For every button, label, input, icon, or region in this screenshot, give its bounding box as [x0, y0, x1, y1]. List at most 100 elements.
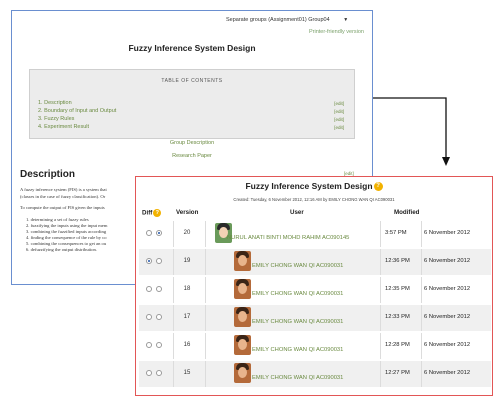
group-select[interactable]: Separate groups (Assignment01) Group04 ▼: [226, 17, 348, 23]
column-divider: [173, 277, 174, 303]
toc-edit-link[interactable]: [edit]: [334, 101, 344, 106]
column-divider: [380, 221, 381, 247]
column-divider: [421, 305, 422, 331]
avatar[interactable]: [234, 307, 251, 327]
version-number: 18: [183, 286, 191, 292]
page-title: Fuzzy Inference System Design: [128, 43, 256, 53]
modified-date: 6 November 2012: [424, 314, 471, 320]
column-divider: [205, 333, 206, 359]
printer-friendly-link[interactable]: Printer-friendly version: [309, 29, 364, 35]
toc-edit-link[interactable]: [edit]: [334, 125, 344, 130]
modified-time: 12:28 PM: [385, 342, 410, 348]
user-link[interactable]: EMILY CHONG WAN QI AC090031: [252, 347, 343, 353]
avatar[interactable]: [234, 251, 251, 271]
group-description-link[interactable]: Group Description: [12, 140, 372, 146]
table-row: 16 EMILY CHONG WAN QI AC090031 12:28 PM 6 N…: [139, 333, 491, 359]
toc-item-fuzzy-rules[interactable]: 3. Fuzzy Rules: [38, 116, 74, 122]
page-history-window: Fuzzy Inference System Design? Created: …: [135, 176, 493, 396]
column-divider: [205, 277, 206, 303]
diff-to-radio[interactable]: [156, 230, 162, 236]
diff-from-radio[interactable]: [146, 258, 152, 264]
help-icon[interactable]: ?: [153, 209, 162, 217]
version-number: 20: [183, 230, 191, 236]
version-number: 17: [183, 314, 191, 320]
description-heading: Description: [20, 169, 76, 180]
table-row: 18 EMILY CHONG WAN QI AC090031 12:35 PM 6 N…: [139, 277, 491, 303]
column-divider: [173, 361, 174, 387]
diff-from-radio[interactable]: [146, 370, 152, 376]
modified-header: Modified: [394, 209, 420, 216]
column-divider: [205, 361, 206, 387]
user-link[interactable]: EMILY CHONG WAN QI AC090031: [252, 291, 343, 297]
table-of-contents: TABLE OF CONTENTS 1. Description [edit] …: [29, 69, 355, 139]
column-divider: [421, 361, 422, 387]
help-icon[interactable]: ?: [373, 182, 383, 192]
modified-date: 6 November 2012: [424, 230, 471, 236]
modified-date: 6 November 2012: [424, 342, 471, 348]
toc-edit-link[interactable]: [edit]: [334, 117, 344, 122]
modified-time: 3:57 PM: [385, 230, 407, 236]
column-divider: [421, 221, 422, 247]
table-row: 17 EMILY CHONG WAN QI AC090031 12:33 PM 6 N…: [139, 305, 491, 331]
user-link[interactable]: EMILY CHONG WAN QI AC090031: [252, 263, 343, 269]
group-select-value: Separate groups (Assignment01) Group04: [226, 17, 330, 23]
user-link[interactable]: NURUL ANATI BINTI MOHD RAHIM AC090145: [227, 235, 349, 241]
research-paper-link[interactable]: Research Paper: [12, 153, 372, 159]
column-divider: [205, 305, 206, 331]
diff-from-radio[interactable]: [146, 314, 152, 320]
table-row: 15 EMILY CHONG WAN QI AC090031 12:27 PM 6 N…: [139, 361, 491, 387]
column-divider: [380, 277, 381, 303]
column-divider: [173, 333, 174, 359]
avatar[interactable]: [234, 279, 251, 299]
column-divider: [205, 221, 206, 247]
user-link[interactable]: EMILY CHONG WAN QI AC090031: [252, 375, 343, 381]
modified-time: 12:33 PM: [385, 314, 410, 320]
dropdown-arrow-icon: ▼: [343, 17, 349, 23]
diff-header-label: Diff: [142, 209, 153, 217]
modified-date: 6 November 2012: [424, 286, 471, 292]
column-divider: [380, 305, 381, 331]
version-number: 19: [183, 258, 191, 264]
avatar[interactable]: [234, 363, 251, 383]
table-row: 20 NURUL ANATI BINTI MOHD RAHIM AC090145 3…: [139, 221, 491, 247]
column-divider: [173, 249, 174, 275]
modified-date: 6 November 2012: [424, 370, 471, 376]
diff-to-radio[interactable]: [156, 258, 162, 264]
toc-item-experiment-result[interactable]: 4. Experiment Result: [38, 124, 89, 130]
diff-to-radio[interactable]: [156, 286, 162, 292]
diff-from-radio[interactable]: [146, 342, 152, 348]
modified-time: 12:35 PM: [385, 286, 410, 292]
column-divider: [421, 249, 422, 275]
avatar[interactable]: [234, 335, 251, 355]
user-header: User: [290, 209, 304, 216]
diff-to-radio[interactable]: [156, 370, 162, 376]
column-divider: [205, 249, 206, 275]
toc-item-boundary[interactable]: 2. Boundary of Input and Output: [38, 108, 116, 114]
history-title-text: Fuzzy Inference System Design: [245, 181, 373, 191]
column-divider: [380, 249, 381, 275]
diff-from-radio[interactable]: [146, 230, 152, 236]
toc-title: TABLE OF CONTENTS: [161, 78, 223, 84]
diff-header: Diff?: [142, 209, 162, 217]
column-divider: [173, 221, 174, 247]
table-row: 19 EMILY CHONG WAN QI AC090031 12:36 PM 6 N…: [139, 249, 491, 275]
history-title: Fuzzy Inference System Design?: [136, 181, 492, 192]
created-info: Created: Tuesday, 6 November 2012, 12:16…: [233, 197, 395, 202]
diff-to-radio[interactable]: [156, 342, 162, 348]
toc-edit-link[interactable]: [edit]: [334, 109, 344, 114]
modified-time: 12:36 PM: [385, 258, 410, 264]
column-divider: [421, 277, 422, 303]
column-divider: [380, 333, 381, 359]
modified-time: 12:27 PM: [385, 370, 410, 376]
column-divider: [173, 305, 174, 331]
diff-to-radio[interactable]: [156, 314, 162, 320]
toc-item-description[interactable]: 1. Description: [38, 100, 72, 106]
diff-from-radio[interactable]: [146, 286, 152, 292]
version-header: Version: [176, 209, 199, 216]
modified-date: 6 November 2012: [424, 258, 471, 264]
user-link[interactable]: EMILY CHONG WAN QI AC090031: [252, 319, 343, 325]
version-number: 15: [183, 370, 191, 376]
column-divider: [421, 333, 422, 359]
version-number: 16: [183, 342, 191, 348]
column-divider: [380, 361, 381, 387]
